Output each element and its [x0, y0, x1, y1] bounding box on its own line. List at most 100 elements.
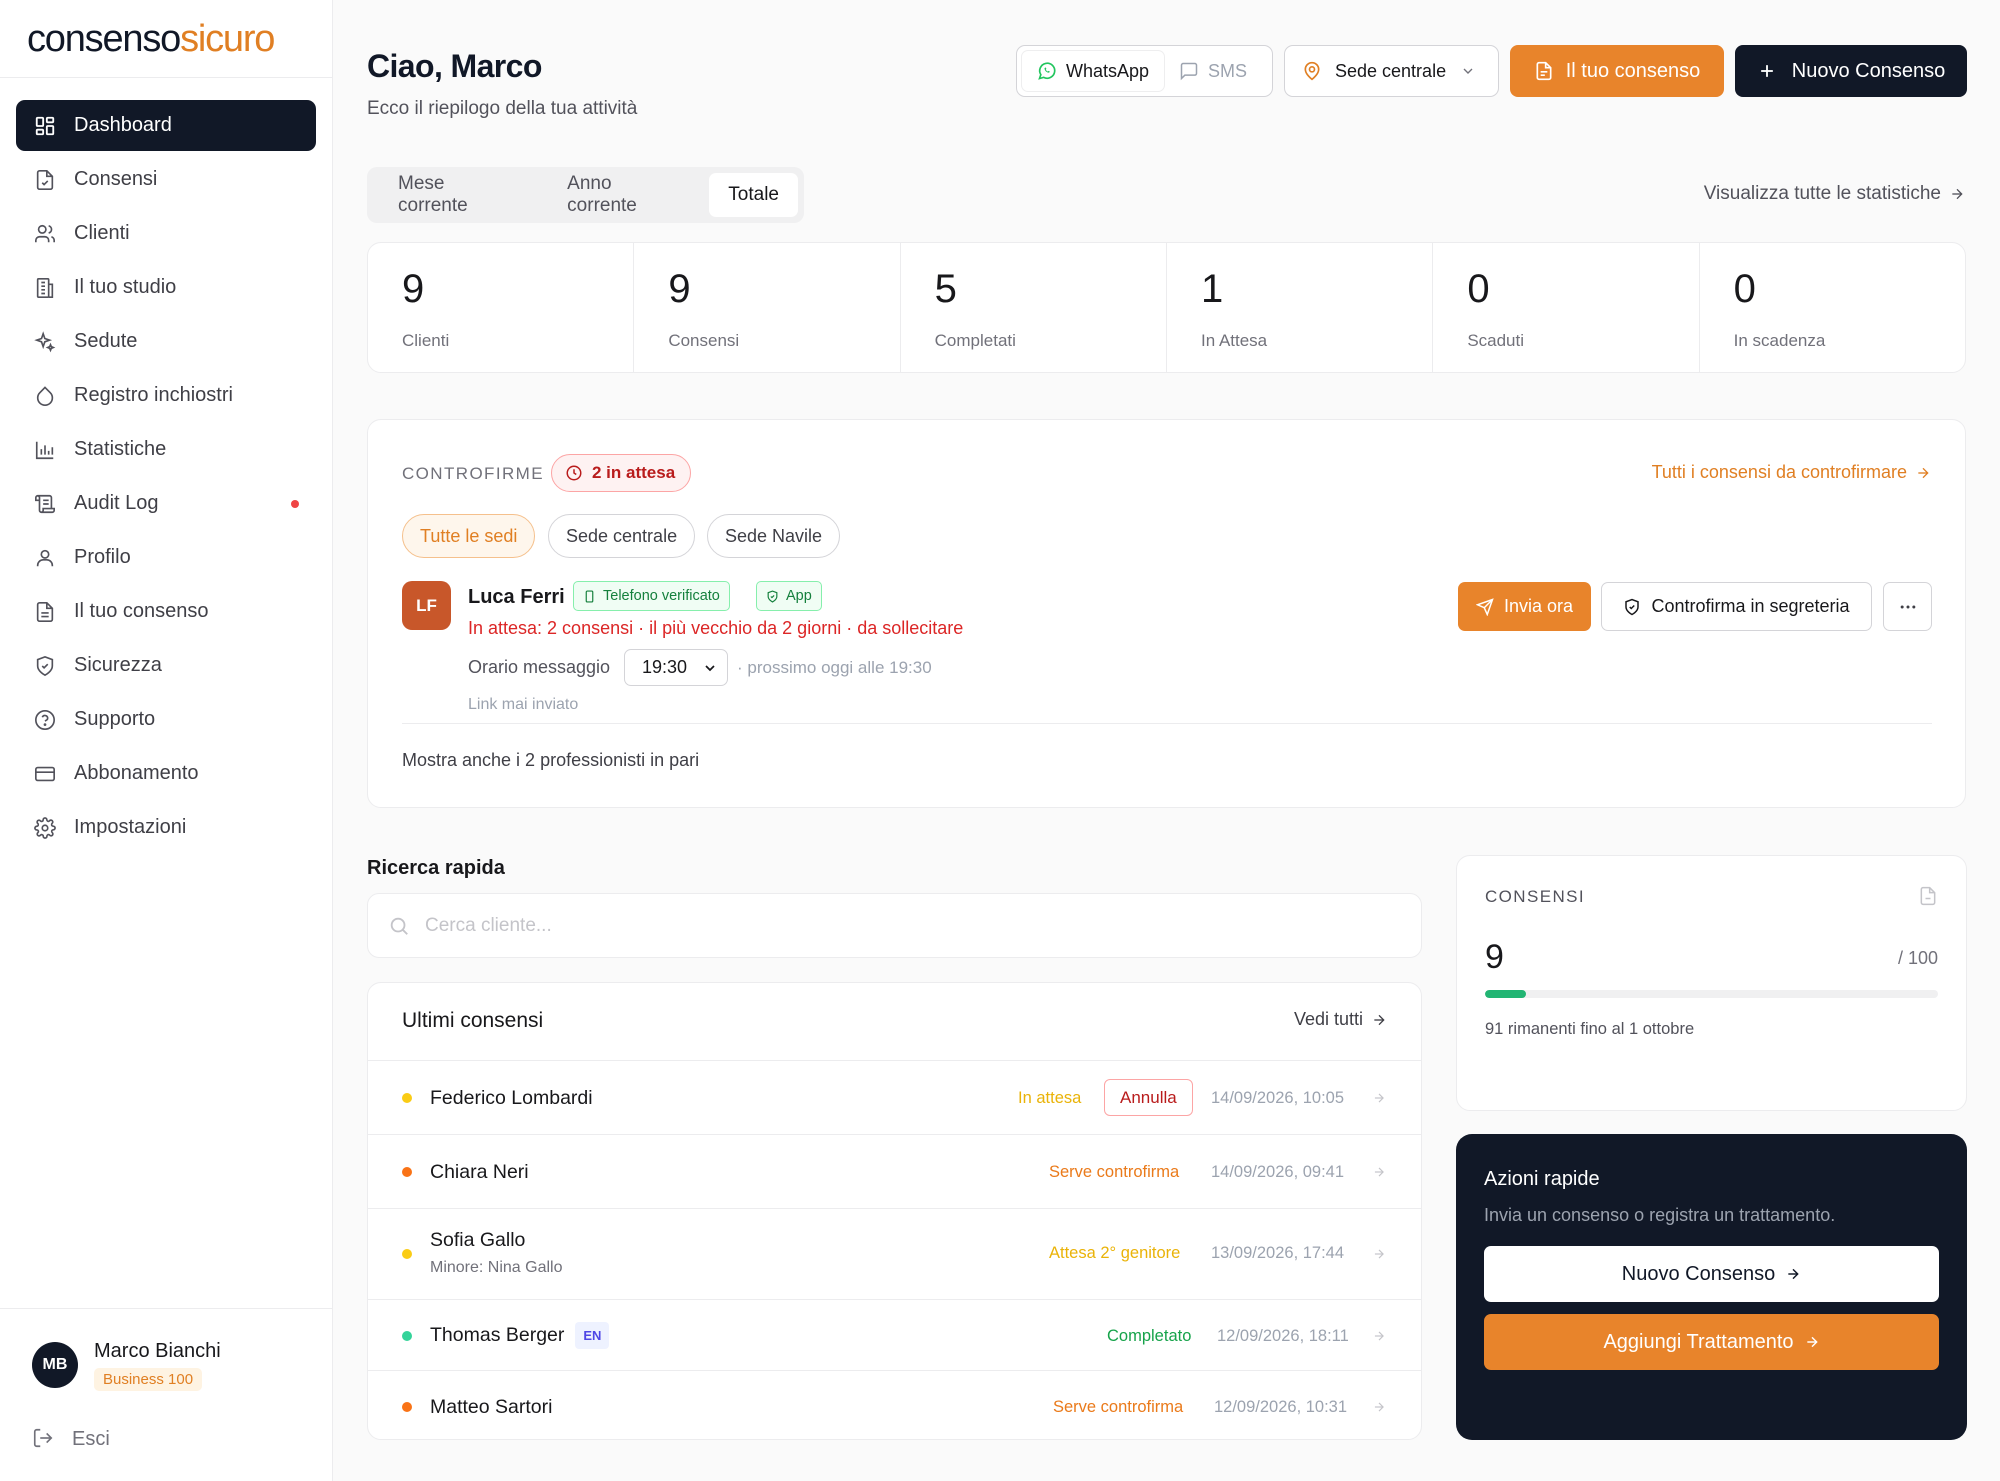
sidebar-item-label: Audit Log — [74, 492, 159, 514]
brand-logo[interactable]: consensosicuro — [27, 18, 275, 62]
filter-sede-navile[interactable]: Sede Navile — [707, 514, 841, 558]
building-icon — [33, 276, 57, 300]
sidebar-item-statistiche[interactable]: Statistiche — [16, 424, 316, 475]
sede-select[interactable]: Sede centrale — [1284, 45, 1499, 97]
more-horizontal-icon — [1898, 597, 1918, 617]
stat-consensi: 9 Consensi — [634, 243, 901, 372]
client-name-wrap: Thomas Berger EN — [430, 1322, 610, 1349]
page-subtitle: Ecco il riepilogo della tua attività — [367, 98, 638, 119]
quota-max: / 100 — [1897, 948, 1938, 968]
avatar: MB — [32, 1342, 78, 1388]
dashboard-icon — [33, 114, 57, 138]
users-icon — [33, 222, 57, 246]
il-tuo-consenso-button[interactable]: Il tuo consenso — [1510, 45, 1724, 97]
sidebar-item-clienti[interactable]: Clienti — [16, 208, 316, 259]
sidebar-item-sicurezza[interactable]: Sicurezza — [16, 640, 316, 691]
more-options-button[interactable] — [1883, 582, 1932, 631]
sidebar-item-profilo[interactable]: Profilo — [16, 532, 316, 583]
sidebar-item-sedute[interactable]: Sedute — [16, 316, 316, 367]
search-box — [367, 893, 1422, 958]
countersign-office-button[interactable]: Controfirma in segreteria — [1601, 582, 1872, 631]
sidebar-item-supporto[interactable]: Supporto — [16, 694, 316, 745]
sidebar-item-label: Abbonamento — [74, 762, 199, 784]
tab-totale[interactable]: Totale — [709, 173, 798, 217]
plan-badge: Business 100 — [94, 1368, 203, 1391]
show-peers-link[interactable]: Mostra anche i 2 professionisti in pari — [402, 750, 699, 771]
help-circle-icon — [33, 708, 57, 732]
stat-value: 5 — [934, 267, 957, 311]
time-select[interactable]: 19:30 — [624, 649, 728, 686]
sidebar-item-label: Dashboard — [74, 114, 172, 136]
status-dot — [402, 1093, 412, 1103]
sidebar: consensosicuro Dashboard Consensi Client… — [0, 0, 333, 1481]
consent-row[interactable]: Chiara Neri Serve controfirma 14/09/2026… — [368, 1134, 1421, 1208]
status-dot — [402, 1167, 412, 1177]
user-profile[interactable]: MB Marco Bianchi Business 100 — [32, 1340, 221, 1391]
filter-tutte-le-sedi[interactable]: Tutte le sedi — [402, 514, 536, 558]
chevron-down-icon — [702, 660, 718, 676]
droplet-icon — [33, 384, 57, 408]
consent-row[interactable]: Sofia Gallo Minore: Nina Gallo Attesa 2°… — [368, 1208, 1421, 1299]
annulla-button[interactable]: Annulla — [1104, 1079, 1193, 1116]
shield-check-icon — [1623, 598, 1641, 616]
sidebar-item-dashboard[interactable]: Dashboard — [16, 100, 316, 151]
badge-label: Telefono verificato — [603, 588, 720, 604]
sidebar-item-consensi[interactable]: Consensi — [16, 154, 316, 205]
pending-text: In attesa: 2 consensi · il più vecchio d… — [468, 618, 964, 638]
logout-button[interactable]: Esci — [32, 1427, 110, 1451]
consent-row[interactable]: Thomas Berger EN Completato 12/09/2026, … — [368, 1299, 1421, 1370]
sms-toggle[interactable]: SMS — [1164, 51, 1262, 91]
quick-actions-card: Azioni rapide Invia un consenso o regist… — [1456, 1134, 1967, 1440]
professional-name[interactable]: Luca Ferri — [468, 586, 565, 609]
sidebar-item-impostazioni[interactable]: Impostazioni — [16, 802, 316, 853]
credit-card-icon — [33, 762, 57, 786]
divider — [0, 1308, 333, 1309]
consent-quota-card: CONSENSI 9 / 100 91 rimanenti fino al 1 … — [1456, 855, 1967, 1111]
stat-label: In scadenza — [1733, 331, 1826, 350]
view-all-link[interactable]: Vedi tutti — [1294, 1009, 1387, 1030]
message-square-icon — [1179, 61, 1199, 81]
client-name: Thomas Berger — [430, 1324, 565, 1346]
sidebar-item-inchiostri[interactable]: Registro inchiostri — [16, 370, 316, 421]
sidebar-item-label: Clienti — [74, 222, 130, 244]
sidebar-item-label: Profilo — [74, 546, 131, 568]
tab-mese-corrente[interactable]: Mese corrente — [373, 173, 542, 217]
filter-sede-centrale[interactable]: Sede centrale — [548, 514, 696, 558]
section-subtitle: Invia un consenso o registra un trattame… — [1484, 1205, 1836, 1225]
sidebar-item-label: Statistiche — [74, 438, 167, 460]
sidebar-item-studio[interactable]: Il tuo studio — [16, 262, 316, 313]
consent-row[interactable]: Matteo Sartori Serve controfirma 12/09/2… — [368, 1370, 1421, 1439]
plus-icon — [1757, 61, 1777, 81]
link-label: Vedi tutti — [1293, 1009, 1363, 1029]
add-treatment-button[interactable]: Aggiungi Trattamento — [1484, 1314, 1939, 1370]
stat-value: 1 — [1200, 267, 1224, 311]
quick-new-consent-button[interactable]: Nuovo Consenso — [1484, 1246, 1939, 1302]
button-label: Nuovo Consenso — [1791, 59, 1946, 82]
divider — [0, 77, 333, 78]
send-now-button[interactable]: Invia ora — [1458, 582, 1591, 631]
sidebar-item-label: Sicurezza — [74, 654, 162, 676]
page-title: Ciao, Marco — [367, 48, 542, 84]
stat-in-attesa: 1 In Attesa — [1167, 243, 1434, 372]
arrow-right-icon — [1804, 1334, 1820, 1350]
whatsapp-toggle[interactable]: WhatsApp — [1022, 51, 1165, 91]
sidebar-item-audit-log[interactable]: Audit Log — [16, 478, 316, 529]
sms-label: SMS — [1208, 60, 1248, 81]
whatsapp-label: WhatsApp — [1066, 60, 1150, 81]
nuovo-consenso-button[interactable]: Nuovo Consenso — [1735, 45, 1967, 97]
tab-anno-corrente[interactable]: Anno corrente — [542, 173, 709, 217]
sidebar-item-abbonamento[interactable]: Abbonamento — [16, 748, 316, 799]
client-subtitle: Minore: Nina Gallo — [430, 1259, 563, 1276]
stat-value: 9 — [668, 267, 691, 311]
search-input[interactable] — [425, 914, 1325, 937]
consent-row[interactable]: Federico Lombardi In attesa Annulla 14/0… — [368, 1060, 1421, 1134]
stat-label: Consensi — [668, 331, 740, 350]
quota-progress-bar — [1485, 990, 1938, 998]
section-title: CONTROFIRME — [402, 464, 544, 483]
logout-label: Esci — [72, 1427, 110, 1450]
all-stats-link[interactable]: Visualizza tutte le statistiche — [1704, 183, 1965, 205]
section-title: Ultimi consensi — [402, 1009, 544, 1032]
sidebar-item-il-tuo-consenso[interactable]: Il tuo consenso — [16, 586, 316, 637]
section-title: CONSENSI — [1485, 887, 1585, 906]
all-controfirme-link[interactable]: Tutti i consensi da controfirmare — [1652, 462, 1931, 483]
